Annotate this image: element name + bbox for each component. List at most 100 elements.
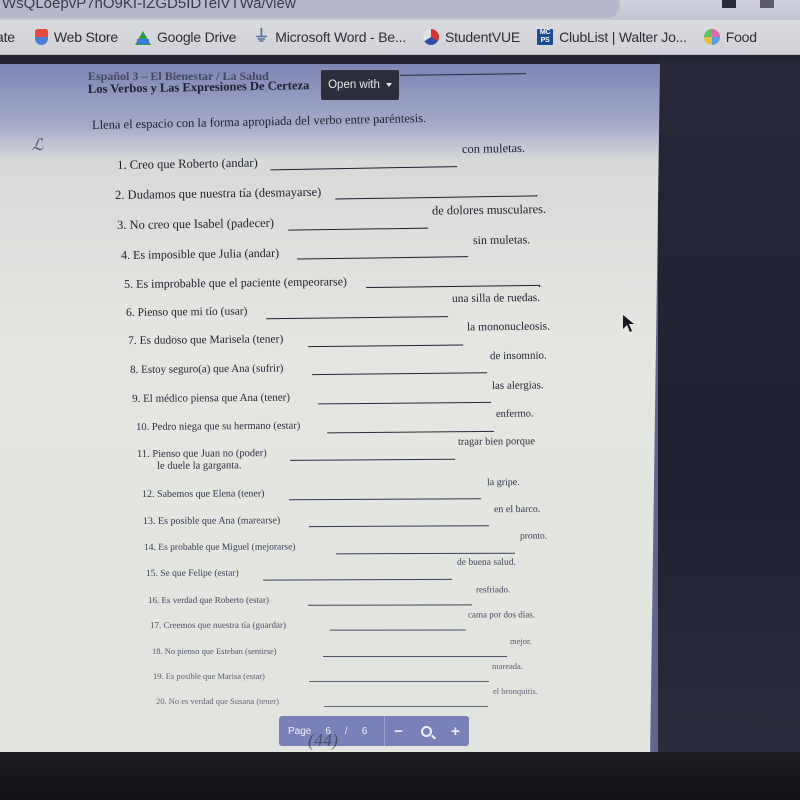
exercise-ending: las alergias. [491, 379, 544, 392]
bookmark-label: Google Drive [156, 29, 237, 45]
exercise-ending: tragar bien porque [457, 436, 535, 448]
exercise-ending: mejor. [510, 636, 532, 646]
profile-icon[interactable] [760, 0, 774, 8]
answer-blank [297, 256, 469, 260]
bookmark-microsoft-word[interactable]: ⏚ Microsoft Word - Be... [253, 28, 406, 46]
exercise-prompt: 9. El médico piensa que Ana (tener) [132, 391, 291, 405]
handwritten-note: (44) [308, 730, 338, 750]
exercise-ending: sin muletas. [472, 232, 531, 248]
bookmark-label: ate [0, 29, 15, 45]
web-store-icon [34, 29, 48, 45]
answer-blank [289, 498, 482, 501]
viewer-side-margin [658, 60, 800, 760]
answer-blank [290, 458, 456, 461]
url-text: WsQLoepvP7hO9KI-IZGD5IDTeiVTWa/view [2, 0, 296, 12]
exercise-ending: de dolores musculares. [431, 202, 547, 218]
open-with-button[interactable]: Open with [321, 70, 399, 100]
answer-blank [327, 430, 495, 433]
bookmark-label: ClubList | Walter Jo... [559, 29, 687, 45]
answer-blank [324, 705, 488, 707]
open-with-label: Open with [328, 79, 380, 91]
bookmark-label: StudentVUE [445, 29, 521, 45]
exercise-prompt: 14. Es probable que Miguel (mejorarse) [144, 542, 296, 553]
exercise-ending: la mononucleosis. [466, 320, 551, 334]
answer-blank [309, 680, 489, 682]
exercise-prompt: 16. Es verdad que Roberto (estar) [148, 594, 269, 605]
exercise-ending: enfermo. [495, 408, 534, 420]
answer-blank [308, 604, 473, 606]
bookmark-web-store[interactable]: Web Store [34, 29, 118, 45]
answer-blank [330, 629, 467, 631]
bookmark-clublist[interactable]: MC PS ClubList | Walter Jo... [537, 29, 687, 45]
document-header: Español 3 – El Bienestar / La Salud Los … [87, 70, 310, 96]
answer-blank [309, 525, 490, 528]
answer-blank [266, 315, 449, 319]
exercise-continuation: le duele la garganta. [157, 460, 242, 472]
bookmark-food[interactable]: Food [703, 29, 757, 45]
exercise-ending: de insomnio. [489, 349, 547, 363]
exercise-ending: el bronquitis. [493, 686, 538, 696]
monitor-bezel [0, 752, 800, 800]
answer-blank [270, 165, 458, 170]
exercise-prompt: 8. Estoy seguro(a) que Ana (sufrir) [130, 362, 284, 376]
exercise-prompt: 18. No pienso que Esteban (sentirse) [152, 646, 277, 656]
answer-blank [318, 401, 492, 405]
exercise-prompt: 13. Es posible que Ana (marearse) [143, 515, 281, 527]
exercise-ending: la gripe. [486, 477, 520, 489]
answer-blank [312, 372, 488, 376]
exercise-ending: en el barco. [493, 503, 541, 516]
exercise-ending: . [535, 185, 539, 200]
exercise-prompt: 20. No es verdad que Susana (tener) [156, 696, 279, 706]
address-bar[interactable]: WsQLoepvP7hO9KI-IZGD5IDTeiVTWa/view [0, 0, 800, 20]
instructions: Llena el espacio con la forma apropiada … [91, 111, 427, 132]
bookmarks-bar: ate Web Store Google Drive ⏚ Microsoft W… [0, 20, 800, 55]
exercise-ending: mareada. [492, 661, 523, 671]
exercise-prompt: 2. Dudamos que nuestra tía (desmayarse) [115, 184, 322, 202]
food-icon [703, 29, 720, 45]
bookmark-label: Web Store [53, 29, 118, 45]
exercise-prompt: 1. Creo que Roberto (andar) [117, 155, 258, 172]
exercise-ending: resfriado. [475, 584, 511, 595]
exercise-prompt: 5. Es improbable que el paciente (empeor… [124, 274, 348, 291]
exercise-prompt: 19. Es posible que Marisa (estar) [153, 671, 265, 681]
exercise-prompt: 12. Sabemos que Elena (tener) [142, 488, 265, 500]
total-pages: 6 [361, 725, 368, 737]
zoom-in-button[interactable]: + [451, 723, 460, 740]
answer-blank [263, 578, 453, 581]
exercise-prompt: 7. Es dudoso que Marisela (tener) [128, 333, 284, 347]
pen-icon: ℒ [32, 137, 44, 154]
exercise-ending: con muletas. [461, 140, 526, 156]
chevron-down-icon [385, 83, 392, 87]
exercise-ending: una silla de ruedas. [451, 291, 541, 306]
answer-blank [323, 655, 507, 657]
extension-icon[interactable] [722, 0, 736, 8]
exercise-ending: pronto. [519, 531, 548, 542]
exercise-prompt: 15. Se que Felipe (estar) [146, 568, 239, 579]
answer-blank [288, 227, 429, 231]
google-drive-icon [134, 29, 151, 45]
exercise-ending: de buena salud. [456, 557, 516, 568]
exercise-ending: . [538, 275, 542, 290]
name-line [399, 73, 527, 76]
zoom-out-button[interactable]: − [394, 723, 403, 740]
bookmark-label: Food [725, 29, 757, 45]
exercise-prompt: 3. No creo que Isabel (padecer) [117, 215, 275, 232]
exercise-prompt: 4. Es imposible que Julia (andar) [121, 245, 280, 262]
answer-blank [336, 552, 516, 554]
zoom-icon[interactable] [421, 725, 433, 737]
exercise-prompt: 10. Pedro niega que su hermano (estar) [136, 420, 301, 433]
answer-blank [366, 284, 541, 289]
worksheet-title: Los Verbos y Las Expresiones De Certeza [87, 78, 310, 96]
bookmark-google-drive[interactable]: Google Drive [134, 29, 237, 45]
exercise-prompt: 6. Pienso que mi tío (usar) [126, 305, 248, 319]
document-page: Español 3 – El Bienestar / La Salud Los … [0, 64, 660, 754]
studentvue-icon [423, 29, 439, 45]
exercise-ending: cama por dos días. [467, 609, 535, 620]
bookmark-label: Microsoft Word - Be... [275, 29, 406, 45]
exercise-prompt: 11. Pienso que Juan no (poder) [137, 448, 267, 460]
bookmark-studentvue[interactable]: StudentVUE [423, 29, 520, 45]
answer-blank [308, 343, 464, 347]
word-icon: ⏚ [253, 28, 270, 45]
bookmark-apps[interactable]: ate [0, 29, 15, 45]
mcps-icon: MC PS [537, 29, 554, 45]
